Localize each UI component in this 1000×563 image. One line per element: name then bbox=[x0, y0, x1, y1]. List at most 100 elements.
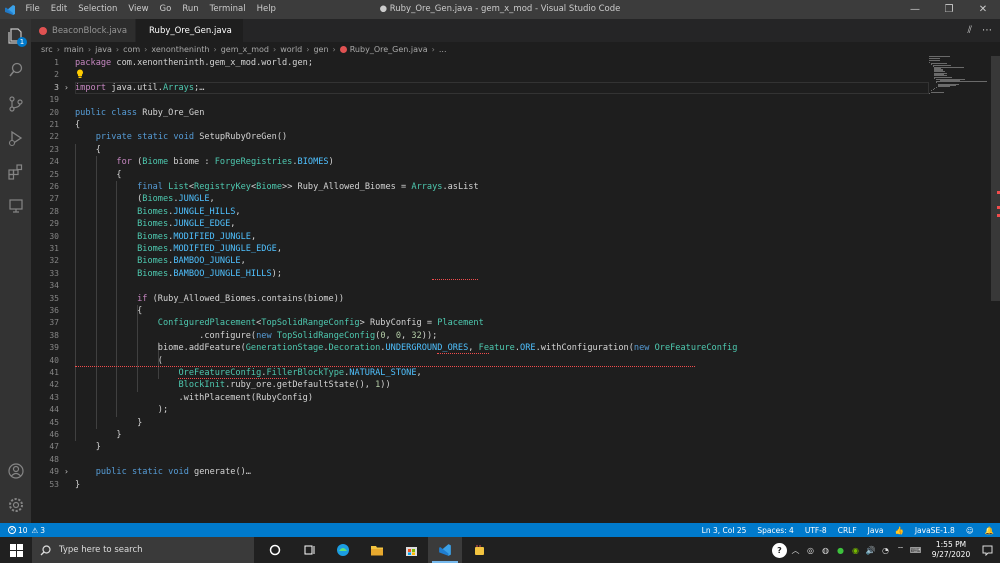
tab-ruby-ore-gen[interactable]: Ruby_Ore_Gen.java bbox=[136, 19, 245, 42]
minimap[interactable] bbox=[929, 56, 991, 96]
edge-button[interactable] bbox=[326, 537, 360, 563]
menu-go[interactable]: Go bbox=[154, 0, 177, 19]
fold-chevron-icon[interactable]: › bbox=[64, 82, 69, 95]
code-line[interactable]: 29 Biomes.JUNGLE_EDGE, bbox=[31, 218, 929, 231]
breadcrumb-item[interactable]: world bbox=[280, 45, 302, 54]
java-taskbar-button[interactable] bbox=[462, 537, 496, 563]
nvidia-icon[interactable]: ◉ bbox=[849, 544, 862, 556]
breadcrumb-item[interactable]: gen bbox=[313, 45, 328, 54]
notifications-icon[interactable]: 🔔 bbox=[985, 526, 994, 535]
code-line[interactable]: 1 package com.xenontheninth.gem_x_mod.wor… bbox=[31, 57, 929, 70]
code-line[interactable]: 35 if (Ruby_Allowed_Biomes.contains(biom… bbox=[31, 293, 929, 306]
explorer-button[interactable]: 1 bbox=[0, 19, 31, 53]
code-line[interactable]: 23 { bbox=[31, 144, 929, 157]
code-line[interactable]: 19 bbox=[31, 94, 929, 107]
breadcrumb-item[interactable]: xenontheninth bbox=[151, 45, 209, 54]
breadcrumb-symbol[interactable]: ... bbox=[439, 45, 447, 54]
menu-run[interactable]: Run bbox=[177, 0, 204, 19]
code-line[interactable]: 26 final List<RegistryKey<Biome>> Ruby_A… bbox=[31, 181, 929, 194]
code-line[interactable]: 38 .configure(new TopSolidRangeConfig(0,… bbox=[31, 330, 929, 343]
code-line[interactable]: 47 } bbox=[31, 441, 929, 454]
start-button[interactable] bbox=[0, 537, 32, 563]
code-line[interactable]: 48 bbox=[31, 454, 929, 467]
code-line[interactable]: 2 bbox=[31, 69, 929, 82]
menu-selection[interactable]: Selection bbox=[73, 0, 123, 19]
taskbar-clock[interactable]: 1:55 PM 9/27/2020 bbox=[928, 540, 974, 560]
taskbar-search[interactable]: Type here to search bbox=[32, 537, 254, 563]
menu-file[interactable]: File bbox=[20, 0, 45, 19]
code-line[interactable]: 43 .withPlacement(RubyConfig) bbox=[31, 392, 929, 405]
breadcrumb-item[interactable]: com bbox=[123, 45, 140, 54]
manage-button[interactable] bbox=[0, 488, 31, 522]
source-control-button[interactable] bbox=[0, 87, 31, 121]
wifi-icon[interactable]: ⌔ bbox=[894, 544, 907, 556]
code-line[interactable]: 42 BlockInit.ruby_ore.getDefaultState(),… bbox=[31, 379, 929, 392]
code-editor[interactable]: 1 package com.xenontheninth.gem_x_mod.wor… bbox=[31, 56, 991, 523]
code-line[interactable]: 41 OreFeatureConfig.FillerBlockType.NATU… bbox=[31, 367, 929, 380]
code-line[interactable]: 3 › import java.util.Arrays;… bbox=[31, 81, 929, 95]
code-line[interactable]: 21 { bbox=[31, 119, 929, 132]
code-line[interactable]: 33 Biomes.BAMBOO_JUNGLE_HILLS); bbox=[31, 268, 929, 281]
store-button[interactable] bbox=[394, 537, 428, 563]
breadcrumb-item[interactable]: src bbox=[41, 45, 53, 54]
xbox-icon[interactable]: ● bbox=[834, 544, 847, 556]
menu-edit[interactable]: Edit bbox=[45, 0, 72, 19]
code-line[interactable]: 36 { bbox=[31, 305, 929, 318]
breadcrumb-item[interactable]: java bbox=[95, 45, 112, 54]
keyboard-icon[interactable]: ⌨ bbox=[909, 544, 922, 556]
code-line[interactable]: 27 (Biomes.JUNGLE, bbox=[31, 193, 929, 206]
volume-icon[interactable]: 🔊 bbox=[864, 544, 877, 556]
menu-help[interactable]: Help bbox=[251, 0, 281, 19]
restore-button[interactable]: ❐ bbox=[932, 0, 966, 19]
lightbulb-icon[interactable] bbox=[76, 69, 84, 79]
code-line[interactable]: 22 private static void SetupRubyOreGen() bbox=[31, 131, 929, 144]
language-mode[interactable]: Java bbox=[868, 526, 884, 535]
problems-indicator[interactable]: × 10 ⚠ 3 bbox=[0, 526, 45, 535]
breadcrumb-item[interactable]: main bbox=[64, 45, 84, 54]
menu-terminal[interactable]: Terminal bbox=[204, 0, 251, 19]
java-status-icon[interactable]: 👍 bbox=[895, 526, 904, 535]
code-line[interactable]: 28 Biomes.JUNGLE_HILLS, bbox=[31, 206, 929, 219]
discord-icon[interactable]: ◍ bbox=[819, 544, 832, 556]
fold-chevron-icon[interactable]: › bbox=[64, 466, 69, 479]
jdk-version[interactable]: JavaSE-1.8 bbox=[915, 526, 955, 535]
code-line[interactable]: 24 for (Biome biome : ForgeRegistries.BI… bbox=[31, 156, 929, 169]
split-editor-icon[interactable]: ⫽ bbox=[968, 25, 972, 36]
code-line[interactable]: 31 Biomes.MODIFIED_JUNGLE_EDGE, bbox=[31, 243, 929, 256]
encoding[interactable]: UTF-8 bbox=[805, 526, 827, 535]
code-line[interactable]: 32 Biomes.BAMBOO_JUNGLE, bbox=[31, 255, 929, 268]
code-line[interactable]: 37 ConfiguredPlacement<TopSolidRangeConf… bbox=[31, 317, 929, 330]
code-line[interactable]: 34 bbox=[31, 280, 929, 293]
search-button[interactable] bbox=[0, 53, 31, 87]
task-view-button[interactable] bbox=[292, 537, 326, 563]
steam-icon[interactable]: ◎ bbox=[804, 544, 817, 556]
code-line[interactable]: 46 } bbox=[31, 429, 929, 442]
action-center-button[interactable] bbox=[974, 537, 1000, 563]
close-button[interactable]: ✕ bbox=[966, 0, 1000, 19]
vertical-scrollbar[interactable] bbox=[991, 56, 1000, 523]
help-icon[interactable]: ? bbox=[772, 542, 787, 558]
tab-beaconblock[interactable]: BeaconBlock.java bbox=[31, 19, 137, 42]
code-line[interactable]: 25 { bbox=[31, 169, 929, 182]
code-line[interactable]: 20 public class Ruby_Ore_Gen bbox=[31, 107, 929, 120]
breadcrumb-item[interactable]: gem_x_mod bbox=[221, 45, 269, 54]
code-line[interactable]: 53} bbox=[31, 479, 929, 492]
code-line[interactable]: 45 } bbox=[31, 417, 929, 430]
file-explorer-button[interactable] bbox=[360, 537, 394, 563]
network-icon[interactable]: ◔ bbox=[879, 544, 892, 556]
remote-explorer-button[interactable] bbox=[0, 189, 31, 223]
breadcrumb-file[interactable]: Ruby_Ore_Gen.java bbox=[350, 45, 428, 54]
code-line[interactable]: 30 Biomes.MODIFIED_JUNGLE, bbox=[31, 231, 929, 244]
line-ending[interactable]: CRLF bbox=[838, 526, 857, 535]
account-button[interactable] bbox=[0, 454, 31, 488]
code-line[interactable]: 44 ); bbox=[31, 404, 929, 417]
cursor-position[interactable]: Ln 3, Col 25 bbox=[702, 526, 747, 535]
minimize-button[interactable]: — bbox=[898, 0, 932, 19]
menu-view[interactable]: View bbox=[123, 0, 154, 19]
run-debug-button[interactable] bbox=[0, 121, 31, 155]
scrollbar-thumb[interactable] bbox=[991, 56, 1000, 301]
feedback-icon[interactable]: ☺ bbox=[966, 526, 974, 535]
extensions-button[interactable] bbox=[0, 155, 31, 189]
code-line[interactable]: 49 › public static void generate()… bbox=[31, 466, 929, 479]
chevron-up-icon[interactable]: ︿ bbox=[789, 544, 802, 556]
